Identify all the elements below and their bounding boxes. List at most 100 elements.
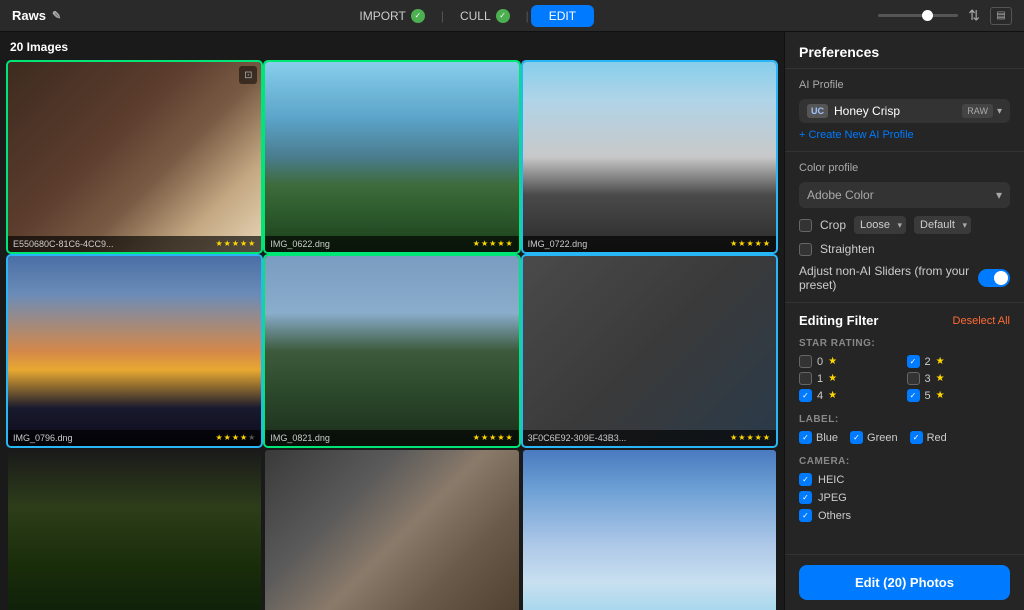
slider-track xyxy=(878,14,958,17)
straighten-checkbox[interactable] xyxy=(799,243,812,256)
filename: 3F0C6E92-309E-43B3... xyxy=(528,433,627,443)
gallery-grid: ⊡ E550680C-81C6-4CC9... ★★★★★ IMG_0622.d… xyxy=(8,62,776,610)
gallery-item[interactable]: IMG_0722.dng ★★★★★ xyxy=(523,62,776,252)
gallery-item[interactable] xyxy=(8,450,261,610)
star-rating: ★★★★★ xyxy=(730,239,771,248)
filename: IMG_0796.dng xyxy=(13,433,73,443)
ai-profile-label: AI Profile xyxy=(799,79,1010,91)
editing-filter-header: Editing Filter Deselect All xyxy=(785,303,1024,334)
star-5-checkbox[interactable] xyxy=(907,389,920,402)
gallery-item[interactable]: IMG_0796.dng ★★★★★ xyxy=(8,256,261,446)
star-grid: 0 ★ 2 ★ 1 ★ 3 ★ xyxy=(799,355,1010,402)
label-blue-checkbox[interactable] xyxy=(799,431,812,444)
camera-section-label: CAMERA: xyxy=(799,456,1010,467)
star-rating-label: STAR RATING: xyxy=(799,338,1010,349)
label-red-item: Red xyxy=(910,431,947,444)
gallery-item[interactable]: 3F0C6E92-309E-43B3... ★★★★★ xyxy=(523,256,776,446)
main-content: 20 Images ⊡ E550680C-81C6-4CC9... ★★★★★ … xyxy=(0,32,1024,610)
straighten-label: Straighten xyxy=(820,242,875,256)
preferences-title: Preferences xyxy=(785,32,1024,69)
loose-select[interactable]: Loose xyxy=(854,216,906,234)
star-2-checkbox[interactable] xyxy=(907,355,920,368)
star-1-icon: ★ xyxy=(828,373,837,384)
zoom-slider[interactable] xyxy=(878,14,958,17)
star-rating: ★★★★★ xyxy=(473,239,514,248)
topbar: Raws ✎ IMPORT ✓ | CULL ✓ | EDIT ⇅ ▤ xyxy=(0,0,1024,32)
filename: IMG_0622.dng xyxy=(270,239,330,249)
cull-button[interactable]: CULL ✓ xyxy=(446,5,524,27)
straighten-row: Straighten xyxy=(799,242,1010,256)
gallery-panel: 20 Images ⊡ E550680C-81C6-4CC9... ★★★★★ … xyxy=(0,32,784,610)
ai-profile-right[interactable]: RAW ▾ xyxy=(962,104,1002,118)
star-4-value: 4 xyxy=(817,390,823,402)
import-button[interactable]: IMPORT ✓ xyxy=(345,5,438,27)
label-section-label: LABEL: xyxy=(799,414,1010,425)
gallery-item[interactable] xyxy=(523,450,776,610)
ai-profile-left: UC Honey Crisp xyxy=(807,104,900,118)
gallery-item[interactable]: IMG_0622.dng ★★★★★ xyxy=(265,62,518,252)
item-footer: IMG_0622.dng ★★★★★ xyxy=(265,236,518,252)
camera-jpeg-checkbox[interactable] xyxy=(799,491,812,504)
color-profile-row[interactable]: Adobe Color ▾ xyxy=(799,182,1010,208)
panel-toggle[interactable]: ▤ xyxy=(990,7,1012,25)
star-rating: ★★★★★ xyxy=(215,239,256,248)
star-3-icon: ★ xyxy=(936,373,945,384)
pref-bottom: Edit (20) Photos xyxy=(785,554,1024,610)
camera-jpeg-label: JPEG xyxy=(818,492,847,504)
star-item-4: 4 ★ xyxy=(799,389,903,402)
crop-default-select[interactable]: Default xyxy=(914,216,971,234)
nav-divider2: | xyxy=(524,9,531,23)
deselect-all-button[interactable]: Deselect All xyxy=(953,315,1010,327)
color-profile-section: Color profile Adobe Color ▾ Crop Loose D… xyxy=(785,152,1024,303)
label-green-checkbox[interactable] xyxy=(850,431,863,444)
star-rating: ★★★★★ xyxy=(730,433,771,442)
item-footer: E550680C-81C6-4CC9... ★★★★★ xyxy=(8,236,261,252)
star-item-2: 2 ★ xyxy=(907,355,1011,368)
ai-profile-section: AI Profile UC Honey Crisp RAW ▾ + Create… xyxy=(785,69,1024,152)
preferences-panel: Preferences AI Profile UC Honey Crisp RA… xyxy=(784,32,1024,610)
label-blue-text: Blue xyxy=(816,432,838,444)
raw-badge: RAW xyxy=(962,104,993,118)
item-footer: 3F0C6E92-309E-43B3... ★★★★★ xyxy=(523,430,776,446)
title-text: Raws xyxy=(12,8,46,23)
nav-divider1: | xyxy=(439,9,446,23)
star-5-value: 5 xyxy=(925,390,931,402)
camera-jpeg-item: JPEG xyxy=(799,491,1010,504)
edit-button[interactable]: EDIT xyxy=(531,5,594,27)
cull-check-icon: ✓ xyxy=(496,9,510,23)
camera-others-checkbox[interactable] xyxy=(799,509,812,522)
camera-others-label: Others xyxy=(818,510,851,522)
default-select[interactable]: Default xyxy=(914,216,971,234)
gallery-item[interactable] xyxy=(265,450,518,610)
star-1-checkbox[interactable] xyxy=(799,372,812,385)
import-check-icon: ✓ xyxy=(411,9,425,23)
color-profile-label: Color profile xyxy=(799,162,1010,174)
label-red-checkbox[interactable] xyxy=(910,431,923,444)
edit-photos-button[interactable]: Edit (20) Photos xyxy=(799,565,1010,600)
sort-icon[interactable]: ⇅ xyxy=(968,7,980,24)
star-3-checkbox[interactable] xyxy=(907,372,920,385)
label-red-text: Red xyxy=(927,432,947,444)
star-rating: ★★★★★ xyxy=(215,433,256,442)
star-item-0: 0 ★ xyxy=(799,355,903,368)
label-green-text: Green xyxy=(867,432,898,444)
crop-loose-select[interactable]: Loose xyxy=(854,216,906,234)
star-4-checkbox[interactable] xyxy=(799,389,812,402)
create-ai-link[interactable]: + Create New AI Profile xyxy=(799,129,1010,141)
adjust-toggle[interactable] xyxy=(978,269,1010,287)
title-edit-icon[interactable]: ✎ xyxy=(52,9,61,22)
camera-heic-label: HEIC xyxy=(818,474,844,486)
topbar-nav: IMPORT ✓ | CULL ✓ | EDIT xyxy=(345,5,594,27)
camera-heic-checkbox[interactable] xyxy=(799,473,812,486)
camera-row: HEIC JPEG Others xyxy=(799,473,1010,522)
adjust-row: Adjust non-AI Sliders (from your preset) xyxy=(799,264,1010,292)
star-item-5: 5 ★ xyxy=(907,389,1011,402)
star-1-value: 1 xyxy=(817,373,823,385)
chevron-down-icon: ▾ xyxy=(997,106,1002,117)
delete-icon[interactable]: ⊡ xyxy=(239,66,257,84)
crop-checkbox[interactable] xyxy=(799,219,812,232)
star-0-checkbox[interactable] xyxy=(799,355,812,368)
gallery-item[interactable]: IMG_0821.dng ★★★★★ xyxy=(265,256,518,446)
camera-filter: CAMERA: HEIC JPEG Others xyxy=(785,452,1024,530)
gallery-item[interactable]: ⊡ E550680C-81C6-4CC9... ★★★★★ xyxy=(8,62,261,252)
